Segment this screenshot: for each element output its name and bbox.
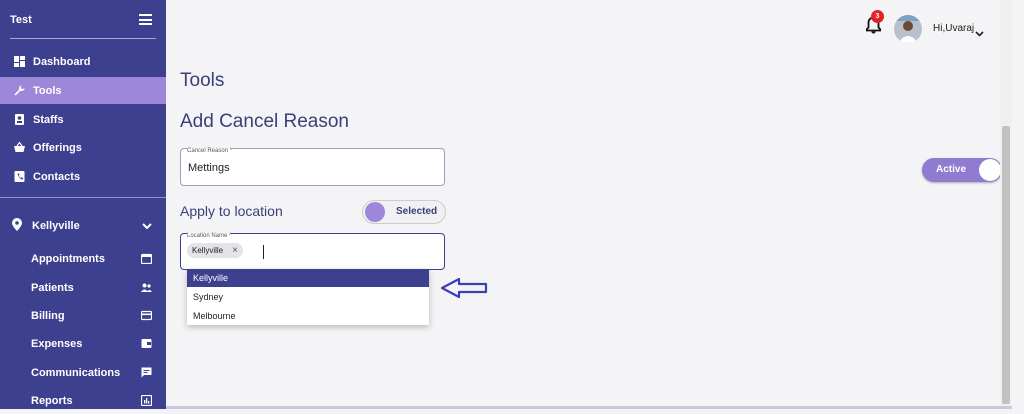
dashboard-icon: [14, 56, 25, 67]
sidebar-item-label: Patients: [31, 282, 74, 294]
option-label: Melbourne: [193, 311, 236, 321]
wallet-icon: [141, 338, 152, 349]
credit-card-icon: [140, 310, 153, 321]
sidebar-item-label: Expenses: [31, 338, 83, 350]
left-arrow-icon: [439, 277, 489, 304]
sidebar-item-label: Offerings: [33, 141, 82, 154]
avatar[interactable]: [894, 15, 922, 43]
sidebar-item-label: Contacts: [33, 170, 81, 183]
sidebar-item-label: Tools: [33, 84, 62, 97]
location-chip: Kellyville ×: [187, 243, 243, 258]
chip-label: Kellyville: [192, 246, 224, 255]
location-selector[interactable]: Kellyville: [0, 212, 166, 240]
sidebar-item-tools[interactable]: Tools: [0, 77, 166, 104]
sidebar-item-offerings[interactable]: Offerings: [0, 134, 166, 161]
cancel-reason-label: Cancel Reason *: [187, 148, 233, 154]
location-label: Kellyville: [32, 220, 80, 232]
sidebar-item-dashboard[interactable]: Dashboard: [0, 48, 166, 75]
sidebar-item-patients[interactable]: Patients: [0, 275, 166, 301]
active-toggle-label: Active: [936, 164, 967, 175]
location-name-field[interactable]: Location Name * Kellyville ×: [180, 233, 445, 270]
scrollbar[interactable]: [1000, 0, 1012, 409]
basket-icon: [14, 142, 25, 153]
sidebar-item-reports[interactable]: Reports: [0, 388, 166, 414]
sidebar-item-expenses[interactable]: Expenses: [0, 331, 166, 357]
wrench-icon: [14, 85, 25, 96]
cancel-reason-input[interactable]: Mettings: [188, 162, 230, 174]
section-title: Add Cancel Reason: [180, 111, 349, 132]
cancel-reason-field[interactable]: Cancel Reason * Mettings: [180, 148, 445, 186]
main-content: 3 Hi,Uvaraj Tools Add Cancel Reason Canc…: [166, 0, 1012, 409]
sidebar-item-billing[interactable]: Billing: [0, 303, 166, 329]
sidebar-item-label: Appointments: [31, 253, 105, 265]
chevron-down-icon[interactable]: [975, 24, 984, 42]
dropdown-option-sydney[interactable]: Sydney: [187, 288, 429, 306]
sidebar-item-label: Billing: [31, 310, 65, 322]
location-name-label: Location Name *: [187, 233, 232, 239]
dropdown-option-melbourne[interactable]: Melbourne: [187, 307, 429, 325]
sidebar-item-label: Communications: [31, 367, 121, 379]
option-label: Sydney: [193, 292, 224, 302]
toggle-knob: [365, 202, 385, 222]
page-title: Tools: [180, 70, 225, 91]
sidebar-divider: [0, 197, 166, 198]
toggle-knob: [979, 159, 1001, 181]
sidebar-item-contacts[interactable]: Contacts: [0, 163, 166, 190]
sidebar-header: Test: [10, 12, 156, 39]
user-greeting[interactable]: Hi,Uvaraj: [933, 23, 974, 34]
sidebar-item-communications[interactable]: Communications: [0, 360, 166, 386]
sidebar-item-label: Reports: [31, 395, 73, 407]
sidebar-item-appointments[interactable]: Appointments: [0, 246, 166, 272]
id-badge-icon: [14, 114, 25, 125]
hamburger-menu-icon[interactable]: [139, 14, 152, 25]
app-title: Test: [10, 14, 32, 26]
active-toggle[interactable]: Active: [922, 158, 1002, 182]
sidebar: Test Dashboard Tools Staffs Offerings Co…: [0, 0, 166, 409]
close-icon[interactable]: ×: [232, 245, 238, 256]
calendar-icon: [140, 253, 153, 265]
phone-book-icon: [14, 171, 25, 182]
selected-toggle[interactable]: Selected: [362, 200, 446, 224]
location-pin-icon: [12, 218, 22, 234]
apply-location-label: Apply to location: [180, 203, 283, 219]
dropdown-option-kellyville[interactable]: Kellyville: [187, 269, 429, 287]
selected-toggle-label: Selected: [396, 206, 438, 217]
text-cursor: [263, 245, 264, 259]
sidebar-item-label: Dashboard: [33, 55, 91, 68]
location-dropdown: Kellyville Sydney Melbourne: [187, 269, 429, 325]
sidebar-item-staffs[interactable]: Staffs: [0, 106, 166, 133]
report-icon: [140, 394, 153, 407]
option-label: Kellyville: [193, 273, 229, 283]
notification-badge: 3: [871, 10, 884, 23]
chevron-down-icon[interactable]: [142, 221, 152, 233]
chat-icon: [141, 367, 152, 378]
scrollbar-thumb[interactable]: [1002, 126, 1010, 404]
sidebar-item-label: Staffs: [33, 113, 64, 126]
people-icon: [141, 282, 152, 293]
